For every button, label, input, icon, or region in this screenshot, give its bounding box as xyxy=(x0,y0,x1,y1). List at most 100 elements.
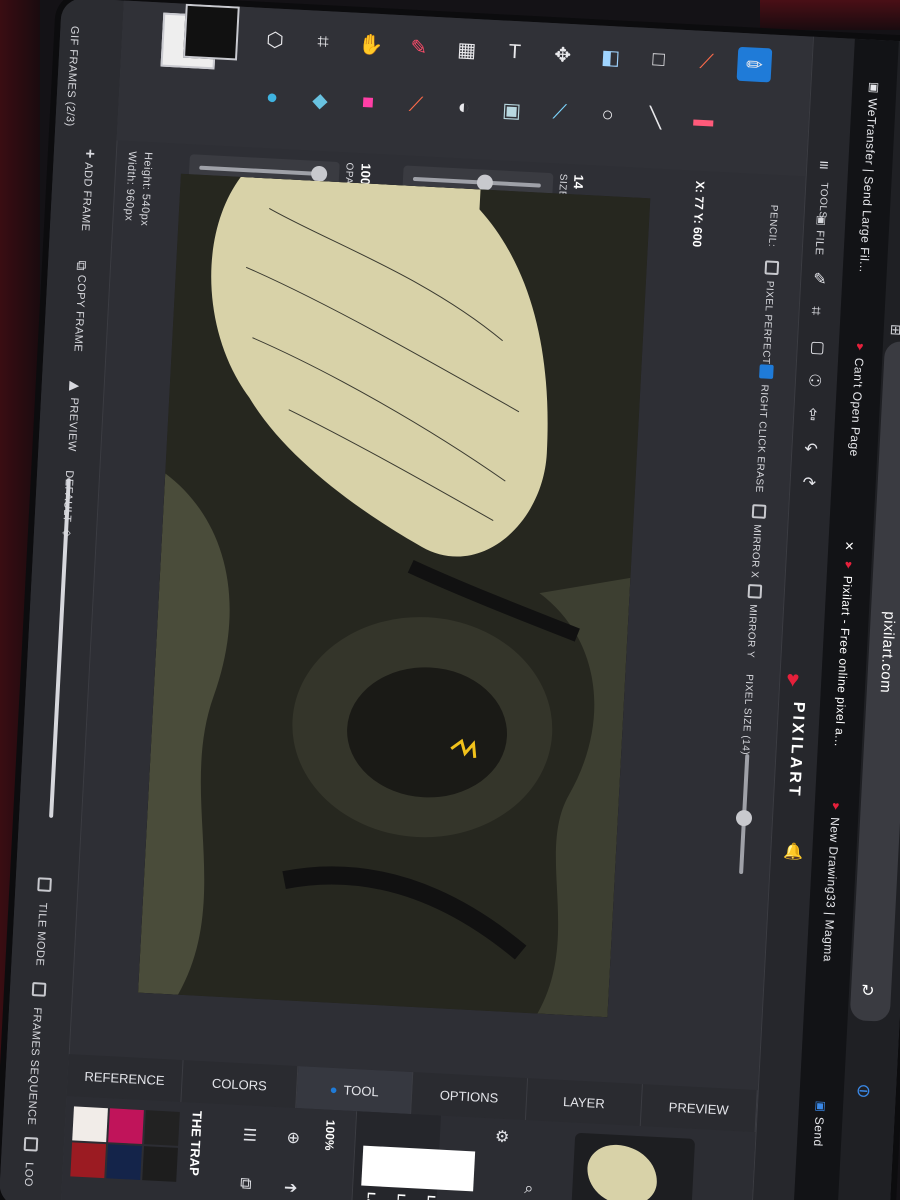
dither-icon[interactable]: ▦ xyxy=(449,32,485,68)
copy-frame-label: COPY FRAME xyxy=(71,274,88,353)
frames-sequence-checkbox[interactable] xyxy=(31,982,47,997)
gif-frames-label: GIF FRAMES (2/3) xyxy=(63,25,81,128)
gear-icon[interactable]: ⚙ xyxy=(494,1127,510,1148)
tile-mode-label: TILE MODE xyxy=(33,902,49,967)
device-edge-top xyxy=(760,0,900,30)
pixilart-logo-text: PIXILART xyxy=(785,701,808,799)
mirror-x-checkbox[interactable] xyxy=(751,504,767,519)
rectangle-icon[interactable]: □ xyxy=(641,42,677,78)
add-frame-label: ADD FRAME xyxy=(78,161,95,232)
search-icon[interactable]: ⌕ xyxy=(524,1180,534,1198)
page-icon[interactable]: ▢ xyxy=(809,337,825,358)
tab-reference[interactable]: REFERENCE xyxy=(66,1054,184,1103)
brush-rail-icon[interactable]: ✎ xyxy=(813,269,827,290)
add-frame-button[interactable]: + ADD FRAME xyxy=(76,148,98,232)
loop-checkbox[interactable] xyxy=(23,1136,39,1152)
layer-label-c: LA xyxy=(424,1195,437,1200)
pixel-size-label: PIXEL SIZE (14) xyxy=(739,673,755,756)
magma-icon: ♥ xyxy=(828,798,844,814)
tile-mode-checkbox[interactable] xyxy=(37,877,52,892)
tab-options[interactable]: OPTIONS xyxy=(411,1072,529,1121)
save-icon: ▣ xyxy=(814,212,827,228)
copy-frame-button[interactable]: ⧉ COPY FRAME xyxy=(69,260,90,352)
reload-icon[interactable]: ↻ xyxy=(861,980,875,1001)
bell-icon[interactable]: 🔔 xyxy=(783,841,804,862)
mirror-x-label: MIRROR X xyxy=(748,524,763,579)
drop-icon[interactable]: ◆ xyxy=(302,82,338,118)
mirror-y-label: MIRROR Y xyxy=(744,603,759,659)
resize-icon[interactable]: ⌗ xyxy=(811,303,821,321)
blob-icon[interactable]: ● xyxy=(254,80,290,116)
line-icon[interactable]: ╲ xyxy=(638,100,674,136)
browser-tab-5-label: Send xyxy=(810,1116,827,1148)
cube-icon[interactable]: ⬡ xyxy=(257,22,293,58)
layer-thumbnail-panel[interactable]: LA LA LA xyxy=(349,1111,476,1200)
pencil-options-label: PENCIL: xyxy=(765,204,780,248)
mirror-y-checkbox[interactable] xyxy=(747,583,763,599)
palette-swatch[interactable] xyxy=(72,1106,108,1143)
size-value: 14 xyxy=(570,174,587,190)
preview-button[interactable]: ▶ PREVIEW xyxy=(64,378,83,452)
tab-colors[interactable]: COLORS xyxy=(181,1060,299,1109)
palette-swatch[interactable] xyxy=(108,1108,144,1145)
gradient-icon[interactable]: ■ xyxy=(350,85,386,121)
arrow-right-icon[interactable]: ➔ xyxy=(284,1178,298,1199)
upload-icon[interactable]: ⇪ xyxy=(806,405,820,426)
plus-icon: + xyxy=(80,148,99,160)
palette-swatch[interactable] xyxy=(70,1142,107,1179)
wetransfer-icon: ▣ xyxy=(866,79,881,95)
hand-icon[interactable]: ✋ xyxy=(353,27,389,63)
tab-tool[interactable]: ● TOOL xyxy=(296,1066,414,1115)
redo-icon[interactable]: ↷ xyxy=(802,473,816,494)
preview-label: PREVIEW xyxy=(65,397,81,452)
frames-sequence-label: FRAMES SEQUENCE xyxy=(24,1007,44,1126)
lighting-icon[interactable]: ◐ xyxy=(446,90,482,126)
share-icon[interactable]: ⚇ xyxy=(807,371,822,392)
layer-label-a: LA xyxy=(364,1191,377,1200)
play-icon: ▶ xyxy=(67,378,84,395)
move-icon[interactable]: ✥ xyxy=(545,37,581,73)
palette-swatch[interactable] xyxy=(144,1110,180,1146)
tabs-overview-icon[interactable]: ⊞ xyxy=(889,321,900,339)
copy-icon: ⧉ xyxy=(73,260,91,272)
palette-swatch[interactable] xyxy=(142,1146,178,1182)
pen-icon[interactable]: ⟋ xyxy=(689,44,725,80)
broken-page-icon: ♥ xyxy=(852,339,868,355)
undo-icon[interactable]: ↶ xyxy=(804,439,818,460)
zoom-in-icon[interactable]: ⊕ xyxy=(286,1128,300,1149)
pixel-size-slider[interactable] xyxy=(735,754,753,875)
list-icon[interactable]: ☰ xyxy=(242,1125,257,1146)
drawing-canvas[interactable] xyxy=(138,173,651,1018)
primary-color-swatch[interactable] xyxy=(183,3,240,61)
active-dot-icon: ● xyxy=(329,1081,338,1097)
pencil-icon[interactable]: ✏ xyxy=(736,46,773,83)
crop-icon[interactable]: ⌗ xyxy=(305,24,341,60)
tab-layer[interactable]: LAYER xyxy=(525,1078,643,1127)
back-icon[interactable]: ⊖ xyxy=(855,1080,871,1102)
tool-toolbar: ⬡ ⌗ ✋ ✎ ▦ T ✥ ◧ □ ⟋ ✏ ● ◆ ■ ⟋ ◐ ▣ ⟋ ○ ╲ … xyxy=(116,0,813,177)
text-icon[interactable]: T xyxy=(497,34,533,70)
fill-icon[interactable]: ▣ xyxy=(494,92,530,128)
canvas-height: Height: 540px xyxy=(138,151,155,227)
eraser-pink-icon[interactable]: ▬ xyxy=(686,102,722,138)
pixel-perfect-checkbox[interactable] xyxy=(764,260,780,276)
address-bar-url: pixilart.com xyxy=(876,610,898,694)
file-menu[interactable]: ▣ FILE xyxy=(813,213,828,256)
circle-icon[interactable]: ○ xyxy=(590,97,626,133)
preview-thumbnail xyxy=(570,1132,696,1200)
copy-palette-icon[interactable]: ⧉ xyxy=(240,1175,252,1194)
eyedropper-icon[interactable]: ⟋ xyxy=(542,95,578,131)
pixilart-favicon-icon: ♥ xyxy=(841,557,856,573)
app-favicon-icon: ▣ xyxy=(812,1098,828,1114)
browser-tab-5[interactable]: ▣ Send xyxy=(811,1098,828,1147)
menu-icon[interactable]: ≡ xyxy=(819,157,829,175)
brush-icon[interactable]: ⟋ xyxy=(398,87,434,123)
right-click-erase-checkbox[interactable] xyxy=(759,364,774,380)
eraser-icon[interactable]: ◧ xyxy=(593,39,629,75)
tablet-screen: GIF FRAMES (2/3) + ADD FRAME ⧉ COPY FRAM… xyxy=(0,0,900,1200)
tab-preview[interactable]: PREVIEW xyxy=(640,1084,758,1133)
artwork-svg xyxy=(138,173,651,1018)
palette-swatch[interactable] xyxy=(106,1144,143,1180)
marker-icon[interactable]: ✎ xyxy=(401,29,437,65)
zoom-level: 100% xyxy=(322,1119,338,1151)
